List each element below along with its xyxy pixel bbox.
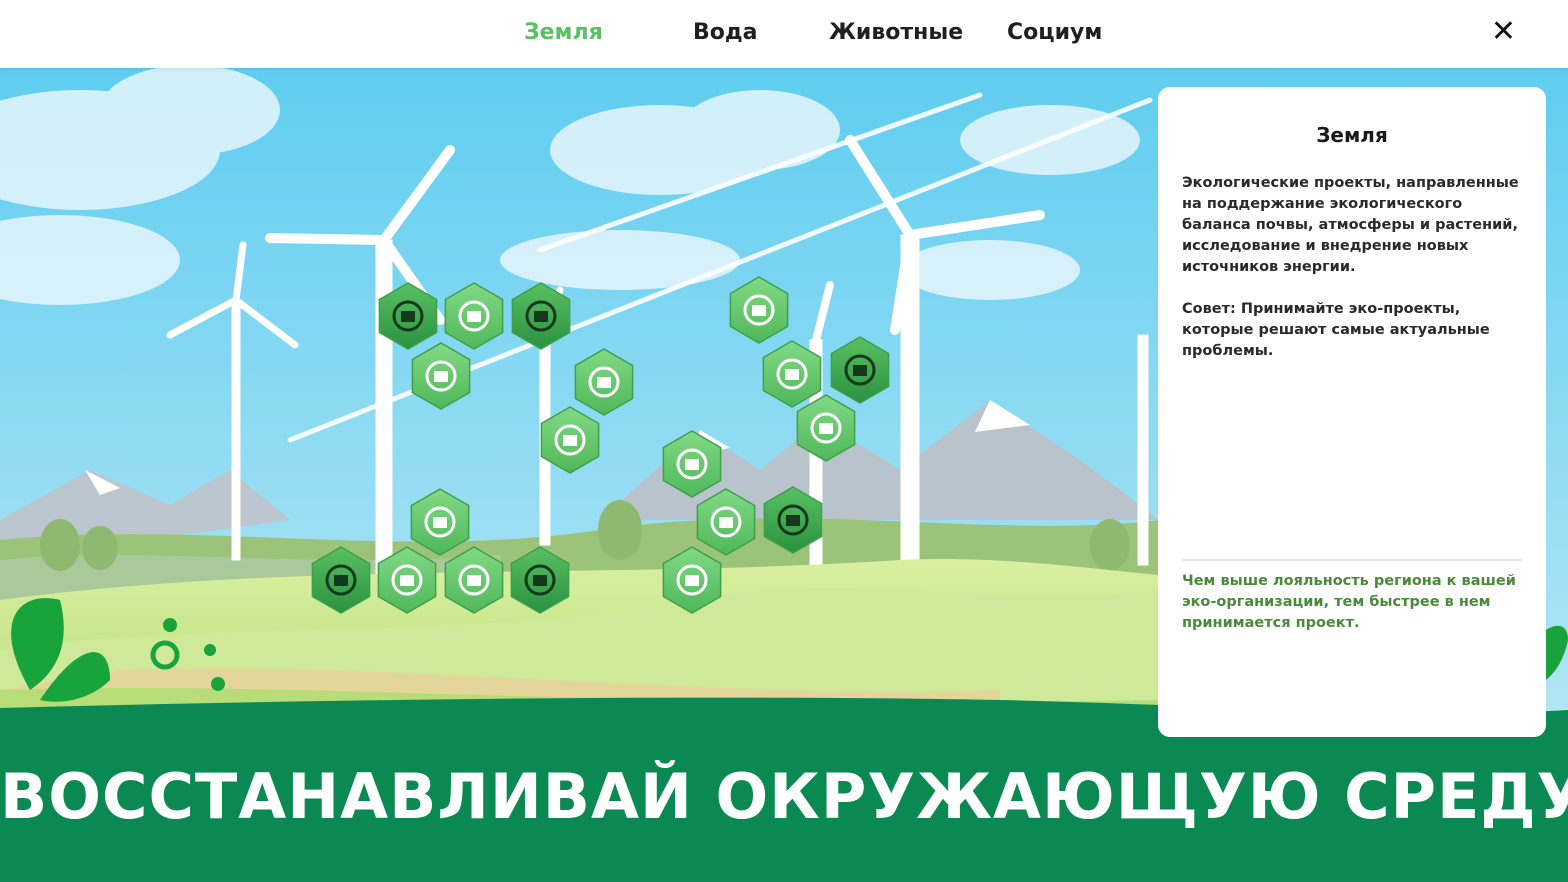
- project-hex-trolleybus[interactable]: [540, 406, 600, 474]
- project-hex-tree-hands[interactable]: [411, 342, 471, 410]
- project-hex-recycling-plant[interactable]: [696, 488, 756, 556]
- tab-earth[interactable]: Земля: [524, 20, 603, 45]
- tab-animals[interactable]: Животные: [829, 20, 963, 45]
- panel-divider: [1182, 559, 1522, 561]
- project-hex-wind-turbines[interactable]: [444, 546, 504, 614]
- project-hex-waste-truck[interactable]: [830, 336, 890, 404]
- panel-hint: Чем выше лояльность региона к вашей эко-…: [1182, 573, 1516, 631]
- tab-water[interactable]: Вода: [693, 20, 758, 45]
- tab-society[interactable]: Социум: [1007, 20, 1102, 45]
- project-hex-water-recycle-truck[interactable]: [796, 394, 856, 462]
- project-hex-forest-globe[interactable]: [378, 282, 438, 350]
- top-navigation-bar: Земля Вода Животные Социум ✕: [0, 0, 1568, 68]
- project-hex-tram[interactable]: [574, 348, 634, 416]
- project-hex-biohazard-recycle[interactable]: [729, 276, 789, 344]
- panel-tip: Совет: Принимайте эко-проекты, которые р…: [1182, 301, 1490, 359]
- project-hex-solar-panel[interactable]: [410, 488, 470, 556]
- project-hex-drone-fire[interactable]: [511, 282, 571, 350]
- project-hex-recycle-bin[interactable]: [662, 430, 722, 498]
- project-hex-smokestack-filter[interactable]: [510, 546, 570, 614]
- project-hex-forest-fire-hands[interactable]: [444, 282, 504, 350]
- banner-title: ВОССТАНАВЛИВАЙ ОКРУЖАЮЩУЮ СРЕДУ: [0, 760, 1568, 833]
- project-hex-factory[interactable]: [311, 546, 371, 614]
- project-hex-electric-bin[interactable]: [763, 486, 823, 554]
- close-icon[interactable]: ✕: [1491, 14, 1516, 49]
- panel-title: Земля: [1316, 123, 1388, 147]
- panel-description: Экологические проекты, направленные на п…: [1182, 175, 1519, 275]
- project-hex-plug-leaf[interactable]: [377, 546, 437, 614]
- project-hex-recycle-truck[interactable]: [762, 340, 822, 408]
- project-hex-recycle-container[interactable]: [662, 546, 722, 614]
- info-panel: Земля Экологические проекты, направленны…: [1158, 87, 1546, 737]
